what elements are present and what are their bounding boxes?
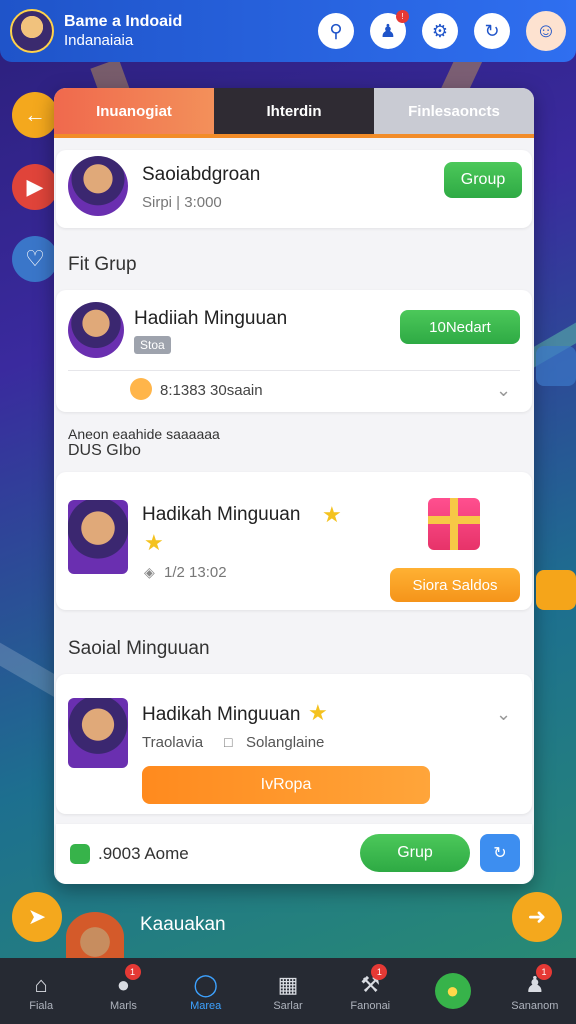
weekly-card: Hadikah Minguuan ★ Traolavia □ Solanglai… [56,674,532,814]
top-bar: Bame a Indoaid Indanaiaia ⚲ ♟! ⚙ ↻ ☺ [0,0,576,62]
weekly-gift-card: Hadikah Minguuan ★ ★ ◈ 1/2 13:02 Siora S… [56,472,532,610]
star-icon: ★ [322,502,342,527]
tab-bar: Inuanogiat Ihterdin Finlesaoncts [54,88,534,138]
nav-compass[interactable]: ◯ Marea [165,958,247,1024]
reward-name: Hadiiah Minguuan [134,308,288,329]
profile-meta: Sirpi | 3:000 [142,194,222,211]
bottom-nav: ⌂ Fiala ● 1 Marls ◯ Marea ▦ Sarlar ⚒ 1 F… [0,958,576,1024]
open-gift-button[interactable]: Siora Saldos [390,568,520,602]
announce-line-2: DUS GIbo [68,442,141,459]
claim-button[interactable]: 10Nedart [400,310,520,344]
gift-name: Hadikah Minguuan [142,504,301,525]
video-icon[interactable]: ▶ [12,164,58,210]
square-icon: □ [224,734,233,750]
header-title: Bame a Indoaid [64,13,183,31]
gift-time: 1/2 13:02 [164,564,227,581]
refresh-icon[interactable]: ↻ [474,13,510,49]
chevron-down-icon[interactable]: ⌄ [496,704,511,725]
join-group-button[interactable]: Grup [360,834,470,872]
star-icon: ★ [308,700,328,725]
avatar[interactable] [10,9,54,53]
notification-dot: ! [396,10,409,23]
nav-label: Sarlar [273,1000,303,1012]
nav-label: Marls [109,1000,137,1012]
side-panel-right[interactable] [536,346,576,386]
gear-icon[interactable]: ⚙ [422,13,458,49]
tag-icon: ◈ [144,564,155,580]
search-icon[interactable]: ⚲ [318,13,354,49]
behind-name: Kaauakan [140,914,226,935]
behind-avatar [66,912,124,962]
header-subtitle: Indanaiaia [64,31,134,49]
weekly-heading: Saoial Minguuan [68,638,210,659]
arrow-right-icon[interactable]: ➜ [512,892,562,942]
side-panel-right-orange[interactable] [536,570,576,610]
book-icon: ▦ [277,972,299,997]
weekly-name: Hadikah Minguuan [142,704,301,725]
face-icon[interactable]: ☺ [526,11,566,51]
tab-second[interactable]: Ihterdin [214,88,374,134]
nav-home[interactable]: ⌂ Fiala [0,958,82,1024]
megaphone-icon[interactable]: ➤ [12,892,62,942]
weekly-line-2: Solanglaine [246,734,325,751]
fit-group-heading: Fit Grup [68,254,137,275]
nav-label: Fiala [29,1000,54,1012]
nav-badge: 1 [124,964,141,980]
tab-first[interactable]: Inuanogiat [54,88,214,134]
profile-name: Saoiabdgroan [142,164,261,185]
tab-third[interactable]: Finlesaoncts [374,88,534,134]
gift-avatar[interactable] [68,500,128,574]
status-badge: Stoa [134,336,171,354]
star-icon: ★ [144,530,164,555]
weekly-avatar[interactable] [68,698,128,768]
coin-icon [70,844,90,864]
footer-label: .9003 Aome [98,844,189,863]
bubble-icon: ● [434,973,471,1009]
reward-avatar[interactable] [68,302,124,358]
gift-box-icon [428,498,480,550]
back-arrow-icon[interactable]: ← [12,92,58,138]
reward-amount: 8:1383 30saain [160,382,263,399]
chevron-down-icon[interactable]: ⌄ [496,380,511,401]
nav-chat[interactable]: ● 1 Marls [82,958,164,1024]
refresh-icon[interactable]: ↻ [480,834,520,872]
announce-line-1: Aneon eaahide saaaaaa [68,426,220,442]
user-alert-icon[interactable]: ♟! [370,10,409,49]
divider [68,370,520,371]
nav-badge: 1 [535,964,552,980]
profile-card: Saoiabdgroan Sirpi | 3:000 Group [56,150,532,228]
home-icon: ⌂ [34,972,48,997]
reward-card: Hadiiah Minguuan Stoa 10Nedart 8:1383 30… [56,290,532,412]
footer-bar: .9003 Aome Grup ↻ [56,824,532,884]
coin-icon [130,378,152,400]
group-button[interactable]: Group [444,162,522,198]
nav-label: Fanonai [350,1000,391,1012]
nav-tools[interactable]: ⚒ 1 Fanonai [329,958,411,1024]
nav-label: Marea [190,1000,222,1012]
profile-avatar[interactable] [68,156,128,216]
compass-icon: ◯ [193,972,219,997]
nav-label: Sananom [511,1000,559,1012]
action-button[interactable]: IvRopa [142,766,430,804]
nav-profile[interactable]: ♟ 1 Sananom [494,958,576,1024]
nav-bubble[interactable]: ● [411,958,493,1024]
heart-icon[interactable]: ♡ [12,236,58,282]
weekly-line: Traolavia [142,734,204,751]
main-panel: Inuanogiat Ihterdin Finlesaoncts Saoiabd… [54,88,534,884]
nav-book[interactable]: ▦ Sarlar [247,958,329,1024]
header-title-block: Bame a Indoaid Indanaiaia [64,12,182,49]
